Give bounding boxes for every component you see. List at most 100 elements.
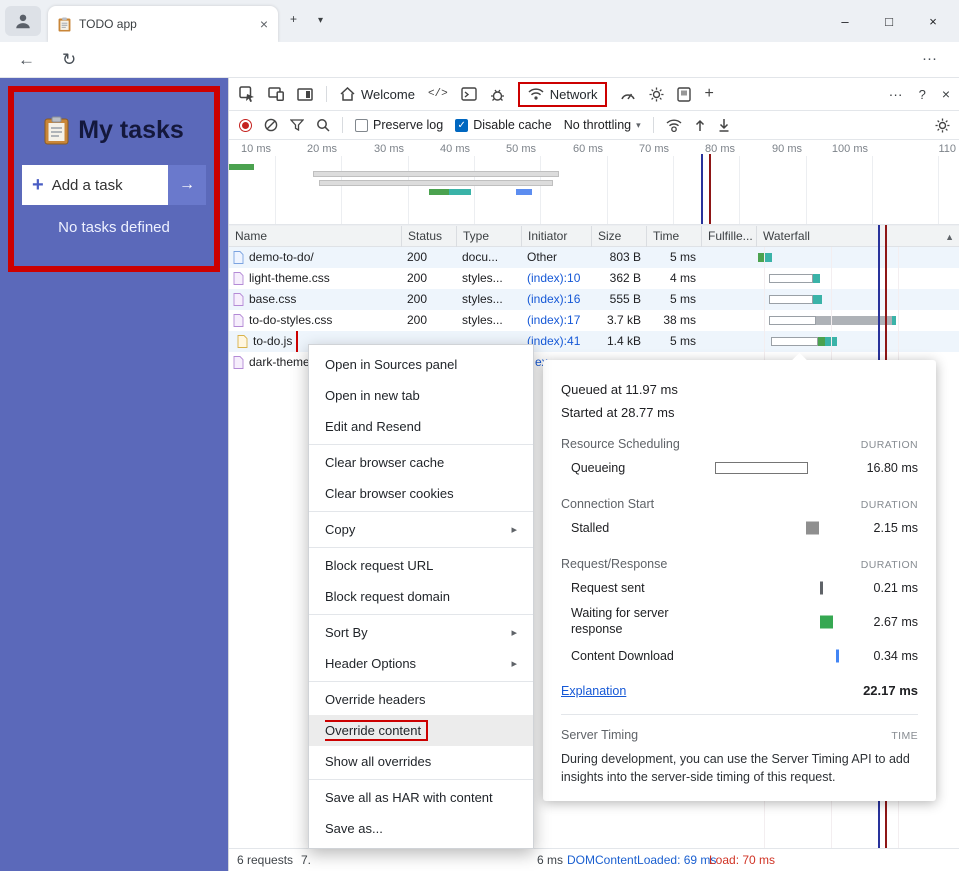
minimize-button[interactable]: – — [823, 0, 867, 42]
menu-item-block-domain[interactable]: Block request domain — [309, 581, 533, 612]
divider — [653, 117, 654, 133]
menu-item-override-headers[interactable]: Override headers — [309, 684, 533, 715]
menu-item-override-content[interactable]: Override content — [309, 715, 533, 746]
import-har-icon[interactable] — [694, 118, 706, 132]
filter-icon[interactable] — [290, 119, 304, 131]
network-overview[interactable]: 10 ms 20 ms 30 ms 40 ms 50 ms 60 ms 70 m… — [229, 140, 959, 225]
requests-table-header: Name Status Type Initiator Size Time Ful… — [229, 225, 959, 247]
new-tab-button[interactable]: + — [290, 12, 297, 26]
dock-side-icon[interactable] — [297, 88, 313, 101]
back-icon[interactable]: ← — [18, 50, 35, 70]
tab-close-icon[interactable]: × — [260, 16, 268, 32]
throttling-dropdown[interactable]: No throttling ▾ — [564, 118, 641, 132]
tab-list-chevron-icon[interactable]: ▾ — [318, 15, 323, 26]
record-icon[interactable] — [239, 119, 252, 132]
checkbox-checked-icon: ✓ — [455, 119, 468, 132]
submit-task-button[interactable]: → — [168, 165, 206, 205]
col-name[interactable]: Name — [229, 226, 401, 248]
file-icon — [233, 314, 244, 327]
col-size[interactable]: Size — [591, 226, 646, 248]
browser-tab[interactable]: TODO app × — [48, 6, 278, 42]
layout-icon[interactable] — [677, 87, 691, 102]
menu-item-header-options[interactable]: Header Options▸ — [309, 648, 533, 679]
disable-cache-checkbox[interactable]: ✓ Disable cache — [455, 118, 552, 132]
console-icon[interactable] — [461, 87, 477, 101]
menu-item-copy[interactable]: Copy▸ — [309, 514, 533, 545]
submenu-arrow-icon: ▸ — [511, 523, 517, 536]
profile-button[interactable] — [5, 6, 41, 36]
load-marker-line — [709, 154, 711, 224]
waterfall-bar — [813, 295, 822, 304]
download-bar — [836, 650, 839, 663]
network-settings-gear-icon[interactable] — [935, 118, 950, 133]
waiting-row: Waiting for server response 2.67 ms — [561, 605, 918, 639]
performance-icon[interactable] — [620, 88, 636, 101]
col-fulfilled[interactable]: Fulfille... — [701, 226, 756, 248]
close-devtools-icon[interactable]: × — [942, 86, 950, 102]
file-icon — [237, 335, 248, 348]
clear-icon[interactable] — [264, 118, 278, 132]
waterfall-bar — [892, 316, 896, 325]
duration-header: DURATION — [861, 499, 918, 511]
queueing-row: Queueing 16.80 ms — [561, 456, 918, 480]
menu-item-edit-resend[interactable]: Edit and Resend — [309, 411, 533, 442]
table-row[interactable]: demo-to-do/ 200 docu... Other 803 B 5 ms — [229, 247, 959, 268]
ruler-tick: 70 ms — [639, 143, 673, 155]
search-icon[interactable] — [316, 118, 330, 132]
ruler-tick: 20 ms — [307, 143, 341, 155]
menu-separator — [309, 511, 533, 512]
menu-separator — [309, 681, 533, 682]
throttling-value: No throttling — [564, 118, 631, 132]
menu-item-clear-cookies[interactable]: Clear browser cookies — [309, 478, 533, 509]
browser-menu-icon[interactable]: ··· — [922, 50, 937, 67]
ruler-tick: 50 ms — [506, 143, 540, 155]
add-panel-icon[interactable]: + — [704, 85, 713, 103]
debugger-icon[interactable] — [490, 87, 505, 102]
menu-item-clear-cache[interactable]: Clear browser cache — [309, 447, 533, 478]
col-waterfall[interactable]: Waterfall — [756, 226, 959, 248]
tab-network[interactable]: Network — [518, 82, 608, 107]
preserve-log-checkbox[interactable]: Preserve log — [355, 118, 443, 132]
menu-item-open-new-tab[interactable]: Open in new tab — [309, 380, 533, 411]
close-window-button[interactable]: × — [911, 0, 955, 42]
ruler-tick: 110 — [938, 143, 959, 155]
waiting-bar — [820, 616, 833, 629]
col-initiator[interactable]: Initiator — [521, 226, 591, 248]
help-icon[interactable]: ? — [919, 87, 926, 102]
tab-welcome[interactable]: Welcome — [340, 87, 415, 102]
tab-network-label: Network — [550, 87, 598, 102]
refresh-icon[interactable]: ↻ — [62, 50, 76, 70]
table-row[interactable]: light-theme.css 200 styles... (index):10… — [229, 268, 959, 289]
menu-item-sort-by[interactable]: Sort By▸ — [309, 617, 533, 648]
network-wifi-icon — [528, 88, 544, 100]
menu-item-save-har[interactable]: Save all as HAR with content — [309, 782, 533, 813]
menu-item-open-sources[interactable]: Open in Sources panel — [309, 349, 533, 380]
stalled-row: Stalled 2.15 ms — [561, 516, 918, 540]
network-conditions-icon[interactable] — [666, 119, 682, 132]
menu-item-block-url[interactable]: Block request URL — [309, 550, 533, 581]
inspect-icon[interactable] — [239, 86, 255, 102]
sort-asc-icon[interactable]: ▲ — [945, 226, 954, 248]
waterfall-bar — [816, 316, 892, 325]
export-har-icon[interactable] — [718, 118, 730, 132]
maximize-button[interactable]: □ — [867, 0, 911, 42]
device-emulation-icon[interactable] — [268, 87, 284, 101]
explanation-link[interactable]: Explanation — [561, 684, 626, 698]
network-toolbar: Preserve log ✓ Disable cache No throttli… — [229, 111, 959, 140]
col-time[interactable]: Time — [646, 226, 701, 248]
table-row[interactable]: to-do-styles.css 200 styles... (index):1… — [229, 310, 959, 331]
elements-icon[interactable]: </> — [428, 88, 448, 100]
download-label: Content Download — [571, 649, 674, 663]
chevron-down-icon: ▾ — [636, 120, 641, 131]
table-row[interactable]: base.css 200 styles... (index):16 555 B … — [229, 289, 959, 310]
divider — [326, 86, 327, 102]
col-type[interactable]: Type — [456, 226, 521, 248]
settings-gear-icon[interactable] — [649, 87, 664, 102]
file-icon — [233, 293, 244, 306]
menu-item-show-overrides[interactable]: Show all overrides — [309, 746, 533, 777]
add-task-field[interactable]: + Add a task → — [22, 165, 206, 205]
overview-bar — [313, 171, 559, 177]
more-tools-icon[interactable]: ··· — [889, 86, 903, 102]
col-status[interactable]: Status — [401, 226, 456, 248]
menu-item-save-as[interactable]: Save as... — [309, 813, 533, 844]
